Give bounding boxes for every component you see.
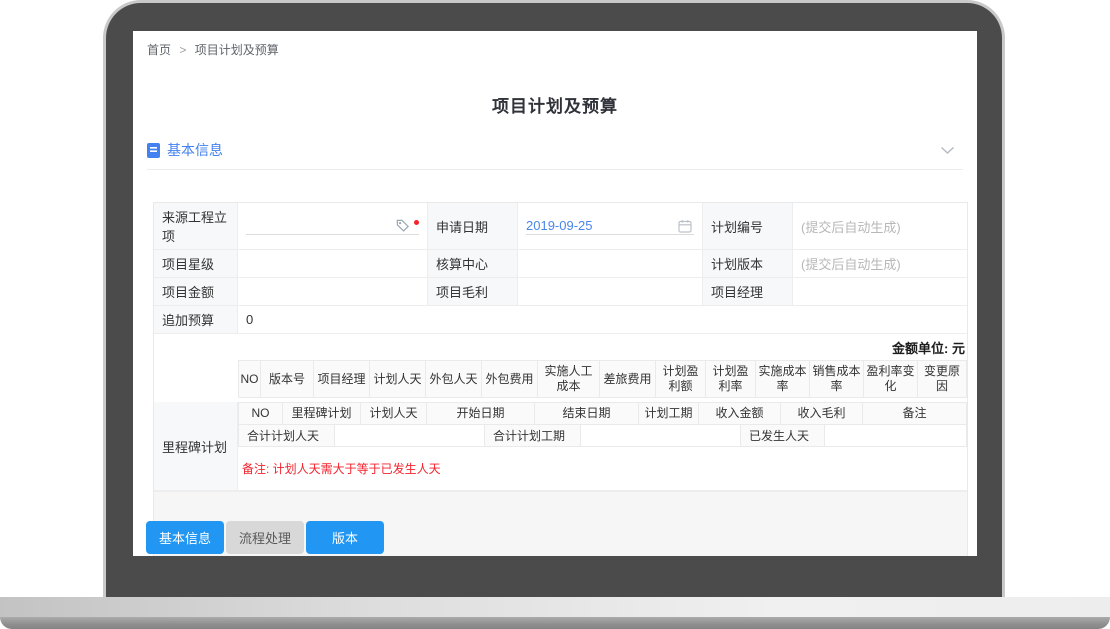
milestone-col-header: 里程碑计划 — [283, 403, 361, 425]
plan-version-cell: (提交后自动生成) — [793, 250, 967, 278]
milestone-col-header: NO — [239, 403, 283, 425]
milestone-col-header: 计划人天 — [361, 403, 427, 425]
version-col-header: 计划人天 — [370, 361, 426, 398]
laptop-base-bottom — [0, 617, 1110, 629]
project-profit-value — [518, 278, 703, 306]
laptop-mockup: 首页 > 项目计划及预算 项目计划及预算 基本信息 来源工程立项 — [0, 0, 1110, 629]
cost-center-value — [518, 250, 703, 278]
validation-note: 备注: 计划人天需大于等于已发生人天 — [242, 460, 967, 477]
label-project-star: 项目星级 — [154, 250, 238, 278]
version-col-header: 版本号 — [261, 361, 314, 398]
chevron-down-icon[interactable] — [940, 146, 963, 155]
version-col-header: 实施人工成本 — [538, 361, 600, 398]
laptop-bezel: 首页 > 项目计划及预算 项目计划及预算 基本信息 来源工程立项 — [103, 0, 1005, 597]
amount-unit-note: 金额单位: 元 — [892, 338, 965, 357]
version-col-header: 计划盈利率 — [706, 361, 756, 398]
version-col-header: 销售成本率 — [810, 361, 864, 398]
source-project-input[interactable] — [246, 218, 419, 235]
project-manager-value — [793, 278, 967, 306]
tab-process[interactable]: 流程处理 — [226, 521, 304, 554]
apply-date-value[interactable]: 2019-09-25 — [526, 218, 593, 233]
total-plan-days-label: 合计计划人天 — [238, 425, 334, 447]
breadcrumb-separator: > — [179, 43, 186, 57]
section-title: 基本信息 — [167, 140, 223, 160]
milestone-col-header: 收入毛利 — [781, 403, 863, 425]
label-project-amount: 项目金额 — [154, 278, 238, 306]
milestone-summary-row: 合计计划人天 合计计划工期 已发生人天 — [238, 425, 967, 447]
milestone-col-header: 计划工期 — [639, 403, 699, 425]
amount-unit-row: 金额单位: 元 — [154, 334, 967, 360]
label-project-manager: 项目经理 — [703, 278, 793, 306]
plan-no-placeholder: (提交后自动生成) — [801, 217, 901, 236]
plan-version-placeholder: (提交后自动生成) — [801, 254, 901, 273]
milestone-col-header: 结束日期 — [535, 403, 639, 425]
milestone-col-header: 备注 — [863, 403, 967, 425]
project-amount-value — [238, 278, 428, 306]
breadcrumb-current: 项目计划及预算 — [195, 43, 279, 57]
apply-date-cell: 2019-09-25 — [518, 203, 703, 250]
milestone-table: NO 里程碑计划 计划人天 开始日期 结束日期 计划工期 收入金额 收入毛利 备… — [238, 402, 967, 425]
version-col-header: 项目经理 — [314, 361, 370, 398]
form-grid: 来源工程立项 申请日期 2019-09-25 — [154, 203, 967, 334]
additional-budget-value: 0 — [238, 306, 967, 334]
total-duration-value — [580, 425, 740, 447]
milestone-row-label: 里程碑计划 — [154, 402, 238, 490]
version-col-header: 外包费用 — [482, 361, 538, 398]
milestone-col-header: 开始日期 — [427, 403, 535, 425]
bottom-tabs: 基本信息 流程处理 版本 — [146, 521, 384, 554]
source-project-cell — [238, 203, 428, 250]
version-col-header: 计划盈利额 — [656, 361, 706, 398]
document-icon — [147, 143, 160, 158]
version-table: NO 版本号 项目经理 计划人天 外包人天 外包费用 实施人工成本 差旅费用 计… — [238, 360, 967, 398]
laptop-base — [0, 597, 1110, 629]
plan-no-cell: (提交后自动生成) — [793, 203, 967, 250]
version-col-header: 外包人天 — [426, 361, 482, 398]
apply-date-input[interactable]: 2019-09-25 — [526, 218, 694, 235]
breadcrumb: 首页 > 项目计划及预算 — [133, 31, 977, 58]
tab-basic-info[interactable]: 基本信息 — [146, 521, 224, 554]
version-col-header: 变更原因 — [918, 361, 967, 398]
version-col-header: 差旅费用 — [600, 361, 656, 398]
required-marker — [414, 220, 419, 225]
calendar-icon[interactable] — [678, 219, 694, 233]
total-duration-label: 合计计划工期 — [484, 425, 580, 447]
version-col-header: 实施成本率 — [756, 361, 810, 398]
label-apply-date: 申请日期 — [428, 203, 518, 250]
label-project-profit: 项目毛利 — [428, 278, 518, 306]
version-table-section: NO 版本号 项目经理 计划人天 外包人天 外包费用 实施人工成本 差旅费用 计… — [154, 360, 967, 398]
basic-info-form: 来源工程立项 申请日期 2019-09-25 — [153, 202, 968, 556]
label-plan-no: 计划编号 — [703, 203, 793, 250]
milestone-content: NO 里程碑计划 计划人天 开始日期 结束日期 计划工期 收入金额 收入毛利 备… — [238, 402, 967, 490]
page-title: 项目计划及预算 — [133, 92, 977, 117]
section-divider — [147, 169, 963, 170]
version-col-header: NO — [239, 361, 261, 398]
section-header-basic-info: 基本信息 — [147, 140, 963, 160]
total-plan-days-value — [334, 425, 484, 447]
label-additional-budget: 追加预算 — [154, 306, 238, 334]
milestone-col-header: 收入金额 — [699, 403, 781, 425]
label-plan-version: 计划版本 — [703, 250, 793, 278]
breadcrumb-home[interactable]: 首页 — [147, 43, 171, 57]
occurred-days-value — [824, 425, 967, 447]
tag-icon — [395, 218, 410, 233]
milestone-section: 里程碑计划 NO 里程碑计划 计划人天 开始日期 — [154, 402, 967, 491]
project-star-value — [238, 250, 428, 278]
tab-version[interactable]: 版本 — [306, 521, 384, 554]
occurred-days-label: 已发生人天 — [740, 425, 824, 447]
label-cost-center: 核算中心 — [428, 250, 518, 278]
label-source-project: 来源工程立项 — [154, 203, 238, 250]
app-window: 首页 > 项目计划及预算 项目计划及预算 基本信息 来源工程立项 — [133, 31, 977, 556]
version-col-header: 盈利率变化 — [864, 361, 918, 398]
laptop-base-top — [0, 597, 1110, 617]
